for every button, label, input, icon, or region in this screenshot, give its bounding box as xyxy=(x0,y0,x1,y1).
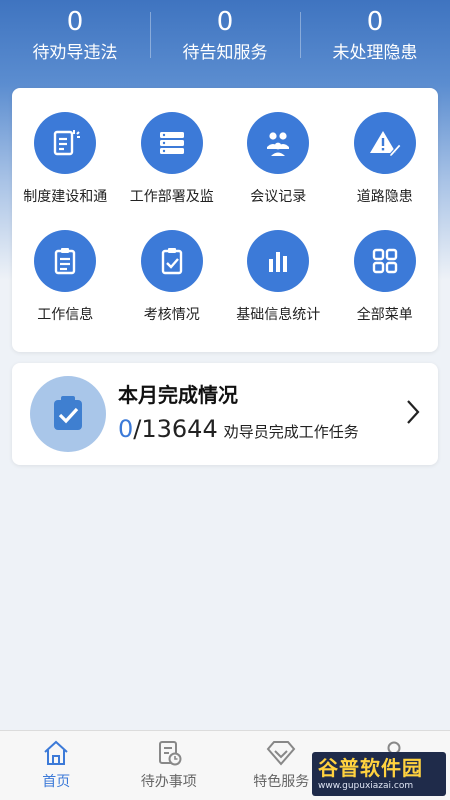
menu-item-all-menus[interactable]: 全部菜单 xyxy=(332,230,439,348)
warning-pencil-icon xyxy=(353,112,416,174)
tab-home[interactable]: 首页 xyxy=(0,731,113,800)
menu-label: 工作信息 xyxy=(37,307,94,323)
progress-description: 劝导员完成工作任务 xyxy=(223,423,359,441)
home-icon xyxy=(44,740,68,765)
menu-label: 考核情况 xyxy=(143,307,200,323)
progress-line: 0/13644 劝导员完成工作任务 xyxy=(118,415,359,443)
menu-item-basic-statistics[interactable]: 基础信息统计 xyxy=(225,230,332,348)
menu-label: 全部菜单 xyxy=(356,307,413,323)
menu-label: 会议记录 xyxy=(250,189,307,205)
menu-label: 工作部署及监 xyxy=(129,189,214,205)
monthly-completion-card[interactable]: 本月完成情况 0/13644 劝导员完成工作任务 xyxy=(12,363,438,465)
clipboard-check-icon xyxy=(30,376,106,452)
stat-value: 0 xyxy=(66,7,84,37)
watermark-url: www.gupuxiazai.com xyxy=(318,781,414,791)
tab-label: 特色服务 xyxy=(253,774,310,790)
document-spark-icon xyxy=(34,112,97,174)
menu-label: 制度建设和通 xyxy=(23,189,108,205)
chevron-right-icon xyxy=(406,399,420,429)
watermark-name: 谷普软件园 xyxy=(318,756,423,780)
menu-item-assessment[interactable]: 考核情况 xyxy=(119,230,226,348)
stat-label: 待告知服务 xyxy=(182,43,268,63)
todo-clock-icon xyxy=(158,741,182,766)
diamond-icon xyxy=(266,741,296,766)
stats-bar: 0 待劝导违法 0 待告知服务 0 未处理隐患 xyxy=(0,0,450,76)
tab-todo[interactable]: 待办事项 xyxy=(113,731,226,800)
function-menu-card: 制度建设和通 工作部署及监 会议记录 道路隐患 工作信息 考核情况 基础信息统计… xyxy=(12,88,438,352)
watermark-badge: 谷普软件园 www.gupuxiazai.com xyxy=(312,752,446,796)
clipboard-list-icon xyxy=(34,230,97,292)
tab-label: 待办事项 xyxy=(140,774,197,790)
stat-value: 0 xyxy=(366,7,384,37)
stat-unhandled-hazards[interactable]: 0 未处理隐患 xyxy=(300,0,450,76)
menu-item-meeting-records[interactable]: 会议记录 xyxy=(225,112,332,230)
stat-pending-violations[interactable]: 0 待劝导违法 xyxy=(0,0,150,76)
menu-item-road-hazards[interactable]: 道路隐患 xyxy=(332,112,439,230)
stat-value: 0 xyxy=(216,7,234,37)
server-stack-icon xyxy=(140,112,203,174)
menu-item-work-deployment[interactable]: 工作部署及监 xyxy=(119,112,226,230)
menu-label: 基础信息统计 xyxy=(236,307,321,323)
tab-label: 首页 xyxy=(42,774,71,790)
total-count: /13644 xyxy=(133,415,218,443)
grid-icon xyxy=(353,230,416,292)
menu-label: 道路隐患 xyxy=(356,189,413,205)
stat-label: 待劝导违法 xyxy=(32,43,118,63)
stat-pending-notifications[interactable]: 0 待告知服务 xyxy=(150,0,300,76)
menu-item-work-info[interactable]: 工作信息 xyxy=(12,230,119,348)
meeting-people-icon xyxy=(247,112,310,174)
bar-chart-icon xyxy=(247,230,310,292)
menu-item-regulations[interactable]: 制度建设和通 xyxy=(12,112,119,230)
clipboard-check-icon xyxy=(140,230,203,292)
completed-count: 0 xyxy=(118,415,134,443)
stat-label: 未处理隐患 xyxy=(332,43,418,63)
progress-title: 本月完成情况 xyxy=(118,383,238,407)
